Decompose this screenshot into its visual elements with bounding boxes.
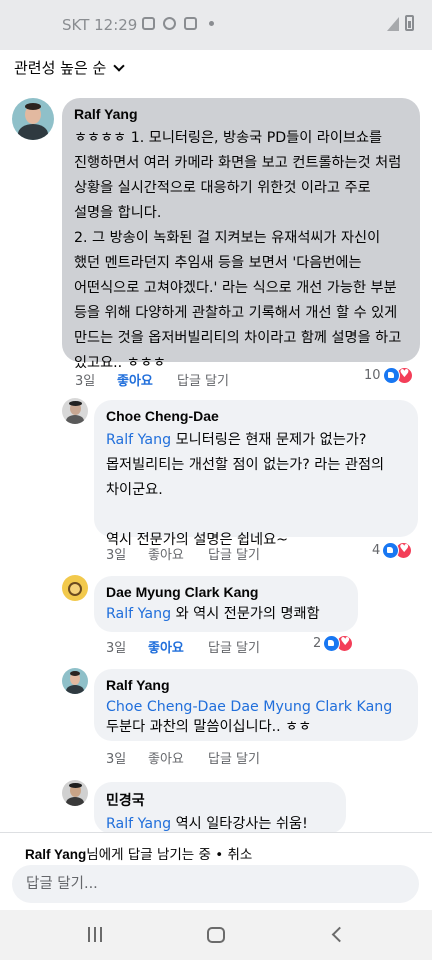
- reply-button[interactable]: 답글 달기: [208, 637, 260, 656]
- reply-input[interactable]: [12, 865, 419, 903]
- comment-time[interactable]: 3일: [75, 370, 117, 389]
- signal-icon: [387, 17, 399, 31]
- recent-apps-icon[interactable]: [88, 927, 102, 942]
- reply-composer: Ralf Yang님에게 답글 남기는 중 • 취소: [0, 832, 432, 910]
- comment-bubble: 민경국 Ralf Yang 역시 일타강사는 쉬움!: [94, 782, 346, 834]
- like-button[interactable]: 좋아요: [148, 637, 208, 656]
- mention-link[interactable]: Ralf Yang: [106, 606, 171, 622]
- reaction-summary[interactable]: 2: [313, 635, 354, 652]
- sort-dropdown[interactable]: 관련성 높은 순: [14, 57, 126, 78]
- reaction-count: 10: [364, 368, 381, 383]
- comment-text: ㅎㅎㅎㅎ 1. 모니터링은, 방송국 PD들이 라이브쇼를 진행하면서 여러 카…: [74, 130, 402, 371]
- cancel-reply-link[interactable]: 취소: [227, 847, 252, 863]
- status-bar: SKT 12:29: [0, 0, 432, 50]
- comment-text: Ralf Yang 역시 일타강사는 쉬움!: [106, 816, 308, 832]
- chevron-down-icon: [113, 59, 126, 72]
- avatar[interactable]: [62, 668, 88, 694]
- comment-author[interactable]: 민경국: [106, 790, 334, 810]
- reply-button[interactable]: 답글 달기: [177, 370, 229, 389]
- comment-bubble: Choe Cheng-Dae Ralf Yang 모니터링은 현재 문제가 없는…: [94, 400, 418, 548]
- like-button[interactable]: 좋아요: [148, 544, 208, 563]
- avatar[interactable]: [62, 398, 88, 424]
- reaction-summary[interactable]: 10: [364, 367, 413, 384]
- back-icon[interactable]: [331, 926, 348, 943]
- comment-text: Ralf Yang 와 역시 전문가의 명쾌함: [106, 606, 320, 622]
- replying-name: Ralf Yang: [25, 847, 87, 862]
- comment-actions: 3일 좋아요 답글 달기: [106, 544, 260, 563]
- comment-author[interactable]: Choe Cheng-Dae: [106, 408, 406, 424]
- reply-button[interactable]: 답글 달기: [208, 748, 260, 767]
- comment-time[interactable]: 3일: [106, 748, 148, 767]
- mention-link[interactable]: Ralf Yang: [106, 816, 171, 832]
- chat-icon: [163, 17, 176, 30]
- like-button[interactable]: 좋아요: [148, 748, 208, 767]
- comment-actions: 3일 좋아요 답글 달기: [106, 748, 260, 767]
- mention-link[interactable]: Choe Cheng-Dae Dae Myung Clark Kang: [106, 699, 392, 715]
- home-icon[interactable]: [207, 927, 225, 943]
- avatar[interactable]: [12, 98, 54, 140]
- comment-time[interactable]: 3일: [106, 637, 148, 656]
- sort-label: 관련성 높은 순: [14, 59, 107, 77]
- status-time: SKT 12:29: [62, 16, 138, 34]
- mention-link[interactable]: Ralf Yang: [106, 432, 171, 448]
- photo-icon: [142, 17, 155, 30]
- comment-author[interactable]: Ralf Yang: [106, 677, 406, 693]
- comment-bubble: Dae Myung Clark Kang Ralf Yang 와 역시 전문가의…: [94, 576, 358, 632]
- instagram-icon: [184, 17, 197, 30]
- like-reaction-icon: [382, 367, 400, 384]
- comment-actions: 3일 좋아요 답글 달기: [75, 370, 229, 389]
- comment-author[interactable]: Dae Myung Clark Kang: [106, 584, 346, 600]
- battery-icon: [405, 15, 414, 31]
- reply-button[interactable]: 답글 달기: [208, 544, 260, 563]
- comment-actions: 3일 좋아요 답글 달기: [106, 637, 260, 656]
- comment-bubble: Ralf Yang ㅎㅎㅎㅎ 1. 모니터링은, 방송국 PD들이 라이브쇼를 …: [62, 98, 420, 371]
- comment-text: Choe Cheng-Dae Dae Myung Clark Kang 두분다 과…: [106, 699, 393, 735]
- reaction-count: 4: [372, 543, 381, 558]
- replying-indicator: Ralf Yang님에게 답글 남기는 중 • 취소: [25, 847, 253, 863]
- comment-text: Ralf Yang 모니터링은 현재 문제가 없는가? 몹저빌리티는 개선할 점…: [106, 432, 385, 548]
- reaction-count: 2: [313, 636, 322, 651]
- comment-bubble: Ralf Yang Choe Cheng-Dae Dae Myung Clark…: [94, 669, 418, 741]
- like-button[interactable]: 좋아요: [117, 370, 177, 389]
- avatar[interactable]: [62, 780, 88, 806]
- more-notifications-icon: [209, 21, 214, 26]
- avatar[interactable]: [62, 575, 88, 601]
- system-nav-bar: [0, 910, 432, 960]
- reaction-summary[interactable]: 4: [372, 542, 413, 559]
- comment-time[interactable]: 3일: [106, 544, 148, 563]
- comment-author[interactable]: Ralf Yang: [74, 106, 408, 122]
